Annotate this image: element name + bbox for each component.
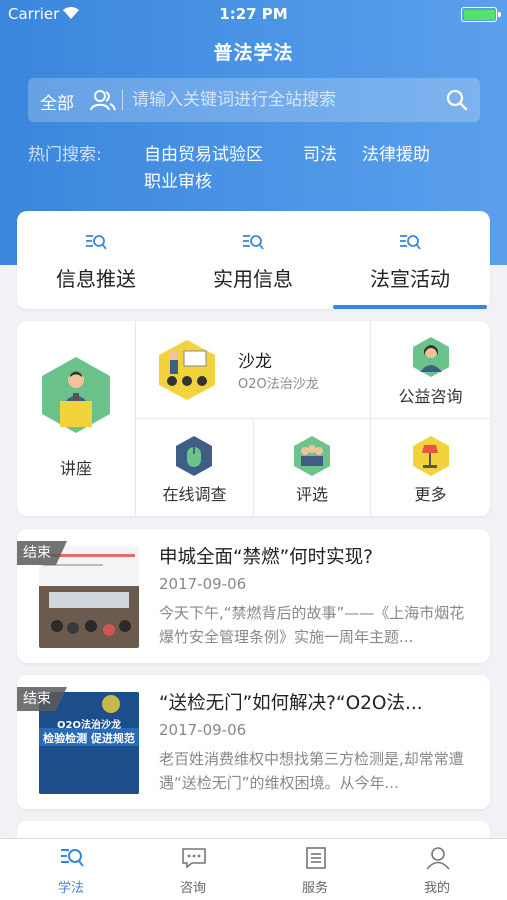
tab-useful-info[interactable]: 实用信息	[174, 211, 332, 309]
page-title: 普法学法	[213, 42, 294, 64]
tabbar-profile[interactable]: 我的	[374, 839, 500, 900]
tab-label: 法宣活动	[370, 267, 450, 291]
tabbar-label: 我的	[423, 881, 450, 896]
more-label: 更多	[414, 485, 447, 504]
status-bar: Carrier 1:27 PM	[0, 0, 507, 28]
consult-item[interactable]: 公益咨询	[371, 321, 490, 418]
salon-subtitle: O2O法治沙龙	[238, 377, 319, 392]
search-bar[interactable]: 全部	[28, 78, 480, 122]
lecture-item[interactable]: 讲座	[17, 321, 135, 516]
thumbnail-banner: 检验检测 促进规范	[43, 732, 135, 745]
tab-info-push[interactable]: 信息推送	[17, 211, 175, 309]
hot-search-term[interactable]: 法律援助	[362, 142, 430, 169]
consultant-icon	[413, 337, 449, 377]
tabbar-consult[interactable]: 咨询	[130, 839, 256, 900]
news-description: 老百姓消费维权中想找第三方检测是,却常常遭遇“送检无门”的维权困境。从今年...	[159, 750, 464, 792]
lecture-icon	[42, 357, 110, 433]
news-date: 2017-09-06	[159, 721, 247, 739]
book-search-icon	[61, 849, 84, 867]
bottom-tab-bar: 学法 咨询 服务 我的	[0, 838, 507, 900]
salon-icon	[159, 340, 215, 400]
news-date: 2017-09-06	[159, 575, 247, 593]
tabbar-learn[interactable]: 学法	[8, 839, 134, 900]
salon-label: 沙龙	[238, 352, 272, 372]
list-search-icon	[86, 235, 107, 250]
status-time: 1:27 PM	[219, 5, 288, 23]
person-icon	[426, 847, 450, 870]
news-title: 申城全面“禁燃”何时实现?	[159, 547, 373, 568]
chat-icon	[182, 848, 206, 869]
more-item[interactable]: 更多	[371, 419, 490, 516]
selection-label: 评选	[295, 485, 328, 504]
people-icon[interactable]	[90, 88, 116, 112]
lecture-label: 讲座	[59, 459, 92, 478]
selection-item[interactable]: 评选	[254, 419, 370, 516]
hot-search-term[interactable]: 司法	[303, 142, 337, 169]
tab-legal-activities[interactable]: 法宣活动	[331, 211, 489, 309]
category-tabs: 信息推送 实用信息 法宣活动	[17, 211, 490, 309]
tab-active-indicator	[333, 305, 487, 309]
tabbar-label: 学法	[57, 881, 84, 896]
tabbar-label: 服务	[301, 881, 328, 896]
group-icon	[294, 436, 330, 476]
search-icon[interactable]	[446, 89, 468, 111]
tab-label: 实用信息	[213, 267, 293, 291]
salon-item[interactable]: 沙龙 O2O法治沙龙	[136, 321, 370, 418]
hot-search-term[interactable]: 自由贸易试验区	[144, 142, 263, 169]
search-scope-label[interactable]: 全部	[40, 89, 74, 114]
battery-icon	[461, 7, 501, 22]
consult-label: 公益咨询	[398, 387, 463, 406]
news-card[interactable]: O2O法治沙龙 检验检测 促进规范 结束 “送检无门”如何解决?“O2O法...…	[17, 675, 490, 809]
tabbar-label: 咨询	[179, 881, 206, 896]
hot-search-label: 热门搜索:	[28, 145, 102, 165]
news-title: “送检无门”如何解决?“O2O法...	[159, 693, 423, 714]
list-search-icon	[400, 235, 421, 250]
mouse-icon	[176, 436, 212, 476]
survey-label: 在线调查	[162, 485, 227, 504]
news-card[interactable]: 结束 申城全面“禁燃”何时实现? 2017-09-06 今天下午,“禁燃背后的故…	[17, 529, 490, 663]
lamp-icon	[413, 436, 449, 476]
news-description: 今天下午,“禁燃背后的故事”——《上海市烟花爆竹安全管理条例》实施一周年主题..…	[159, 604, 465, 646]
survey-item[interactable]: 在线调查	[136, 419, 253, 516]
search-input[interactable]	[132, 84, 432, 116]
activity-grid: 讲座 沙龙 O2O法治沙龙 公益咨询 在线调查 评选 更多	[17, 321, 490, 516]
list-search-icon	[243, 235, 264, 250]
tab-label: 信息推送	[56, 267, 136, 291]
thumbnail-caption: O2O法治沙龙	[57, 720, 121, 731]
hot-search-term[interactable]: 职业审核	[144, 169, 212, 196]
tabbar-service[interactable]: 服务	[252, 839, 378, 900]
search-divider	[122, 90, 123, 110]
list-icon	[306, 847, 326, 869]
